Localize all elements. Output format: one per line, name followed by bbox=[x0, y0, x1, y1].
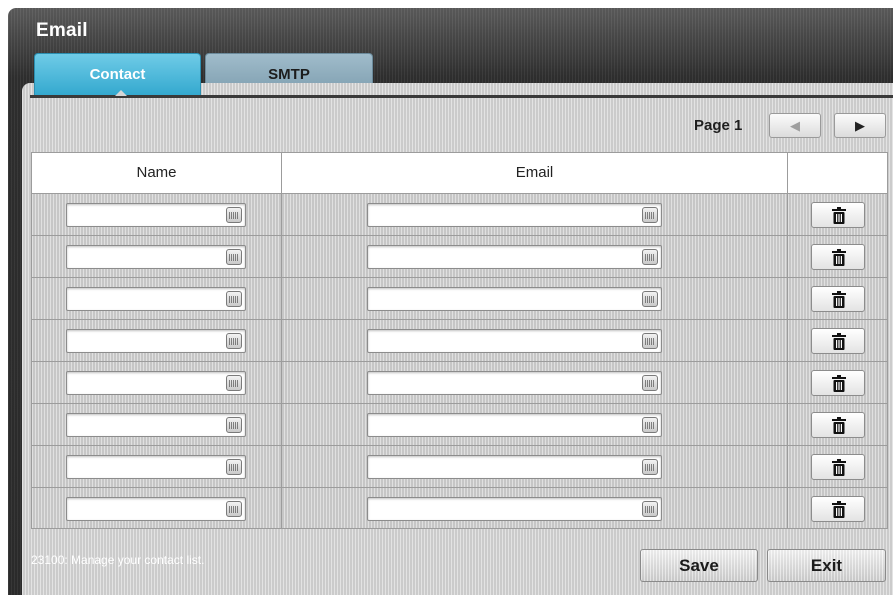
keyboard-icon[interactable] bbox=[226, 249, 242, 265]
triangle-right-icon: ▶ bbox=[855, 118, 865, 133]
name-input[interactable] bbox=[66, 329, 246, 353]
keyboard-icon[interactable] bbox=[642, 333, 658, 349]
table-row bbox=[32, 362, 887, 404]
email-input[interactable] bbox=[367, 329, 662, 353]
exit-button[interactable]: Exit bbox=[767, 549, 886, 582]
delete-row-button[interactable] bbox=[811, 328, 865, 354]
next-page-button[interactable]: ▶ bbox=[834, 113, 886, 138]
column-header-email: Email bbox=[515, 164, 554, 181]
tab-divider bbox=[30, 95, 893, 98]
keyboard-icon[interactable] bbox=[642, 207, 658, 223]
keyboard-icon[interactable] bbox=[642, 501, 658, 517]
keyboard-icon[interactable] bbox=[642, 249, 658, 265]
table-row bbox=[32, 446, 887, 488]
name-input[interactable] bbox=[66, 497, 246, 521]
name-input[interactable] bbox=[66, 287, 246, 311]
page-indicator: Page 1 bbox=[694, 117, 743, 134]
keyboard-icon[interactable] bbox=[642, 417, 658, 433]
name-input[interactable] bbox=[66, 455, 246, 479]
prev-page-button[interactable]: ◀ bbox=[769, 113, 821, 138]
delete-row-button[interactable] bbox=[811, 202, 865, 228]
tab-contact-label: Contact bbox=[89, 66, 146, 83]
tab-smtp-label: SMTP bbox=[268, 66, 310, 83]
keyboard-icon[interactable] bbox=[226, 417, 242, 433]
name-input[interactable] bbox=[66, 203, 246, 227]
keyboard-icon[interactable] bbox=[226, 291, 242, 307]
status-message: 23100: Manage your contact list. bbox=[31, 553, 205, 567]
triangle-left-icon: ◀ bbox=[790, 118, 800, 133]
email-input[interactable] bbox=[367, 371, 662, 395]
name-input[interactable] bbox=[66, 413, 246, 437]
delete-row-button[interactable] bbox=[811, 412, 865, 438]
email-input[interactable] bbox=[367, 245, 662, 269]
email-input[interactable] bbox=[367, 413, 662, 437]
keyboard-icon[interactable] bbox=[226, 207, 242, 223]
table-header: Name Email bbox=[32, 153, 887, 194]
table-row bbox=[32, 278, 887, 320]
table-row bbox=[32, 488, 887, 530]
keyboard-icon[interactable] bbox=[642, 291, 658, 307]
name-input[interactable] bbox=[66, 245, 246, 269]
table-row bbox=[32, 320, 887, 362]
active-tab-caret-icon bbox=[115, 90, 127, 96]
email-input[interactable] bbox=[367, 287, 662, 311]
delete-row-button[interactable] bbox=[811, 496, 865, 522]
delete-row-button[interactable] bbox=[811, 244, 865, 270]
keyboard-icon[interactable] bbox=[226, 501, 242, 517]
email-input[interactable] bbox=[367, 497, 662, 521]
table-row bbox=[32, 236, 887, 278]
keyboard-icon[interactable] bbox=[642, 459, 658, 475]
keyboard-icon[interactable] bbox=[226, 333, 242, 349]
column-header-name: Name bbox=[136, 164, 177, 181]
email-input[interactable] bbox=[367, 203, 662, 227]
keyboard-icon[interactable] bbox=[226, 459, 242, 475]
contact-table: Name Email bbox=[31, 152, 888, 529]
save-button[interactable]: Save bbox=[640, 549, 758, 582]
email-input[interactable] bbox=[367, 455, 662, 479]
tab-contact[interactable]: Contact bbox=[34, 53, 201, 96]
delete-row-button[interactable] bbox=[811, 286, 865, 312]
table-row bbox=[32, 194, 887, 236]
keyboard-icon[interactable] bbox=[642, 375, 658, 391]
keyboard-icon[interactable] bbox=[226, 375, 242, 391]
table-row bbox=[32, 404, 887, 446]
delete-row-button[interactable] bbox=[811, 370, 865, 396]
window-title: Email bbox=[36, 20, 88, 41]
delete-row-button[interactable] bbox=[811, 454, 865, 480]
name-input[interactable] bbox=[66, 371, 246, 395]
